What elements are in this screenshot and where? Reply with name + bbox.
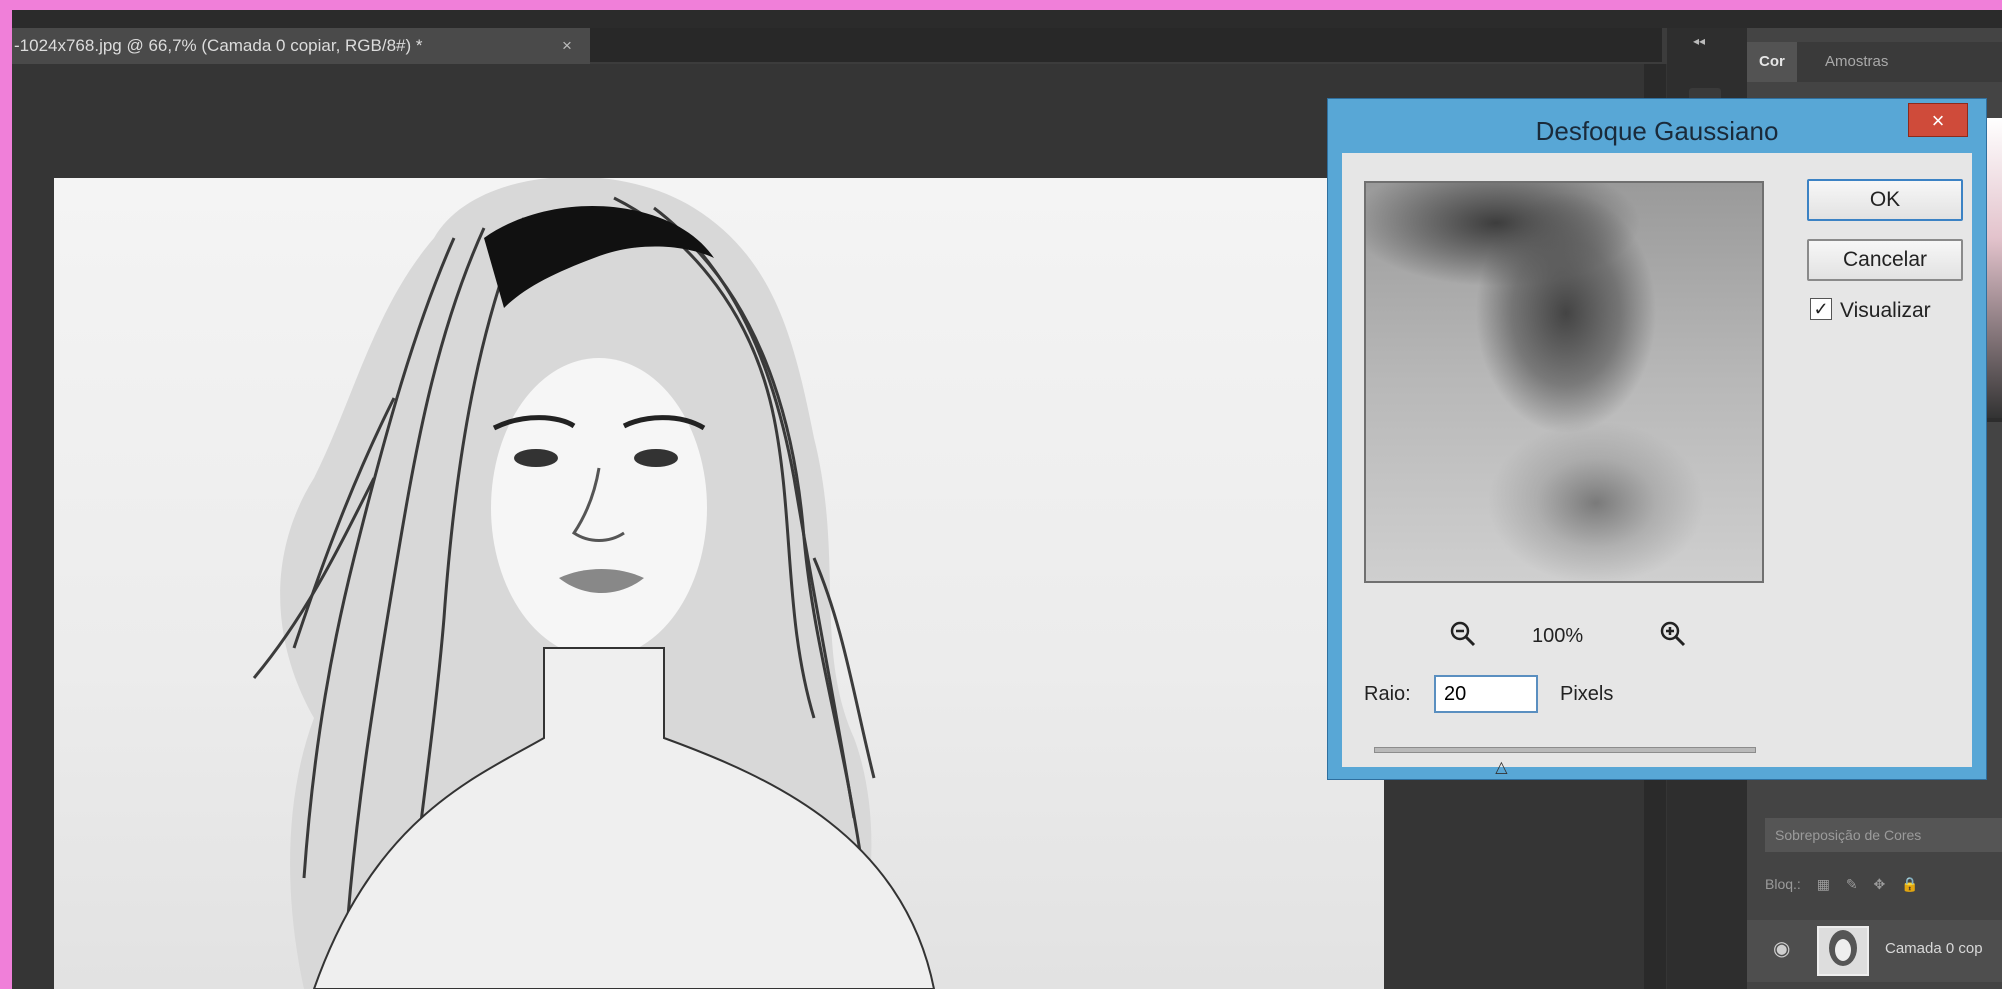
radius-label: Raio: [1364,683,1411,705]
radius-input[interactable] [1434,675,1538,713]
document-tab-title: -1024x768.jpg @ 66,7% (Camada 0 copiar, … [14,36,423,55]
layer-name: Camada 0 cop [1885,940,1983,957]
document-canvas[interactable] [54,178,1384,989]
layer-row[interactable]: ◉ Camada 0 cop [1747,920,2002,982]
lock-row: Bloq.: ▦ ✎ ✥ 🔒 [1765,868,2002,900]
zoom-controls: 100% [1364,621,1764,655]
options-bar [12,10,2002,28]
preview-checkbox-label: Visualizar [1840,299,1931,322]
portrait-artwork [252,178,936,989]
zoom-in-icon[interactable] [1660,621,1686,653]
layer-thumbnail [1817,926,1869,976]
lock-pixels-icon[interactable]: ▦ [1817,876,1830,892]
tab-swatches[interactable]: Amostras [1813,42,1900,82]
dialog-body: OK Cancelar ✓ Visualizar 100% Raio: Pixel… [1342,153,1972,776]
ok-button[interactable]: OK [1807,179,1963,221]
gaussian-blur-dialog: Desfoque Gaussiano × OK Cancelar ✓ Visual… [1327,98,1987,780]
lock-brush-icon[interactable]: ✎ [1846,876,1858,892]
eye-icon[interactable]: ◉ [1773,936,1790,961]
blur-preview[interactable] [1364,181,1764,583]
radius-slider-thumb[interactable]: △ [1495,757,1507,777]
color-panel-tabs: Cor Amostras [1747,42,2002,82]
document-tab[interactable]: -1024x768.jpg @ 66,7% (Camada 0 copiar, … [12,28,590,64]
cancel-button[interactable]: Cancelar [1807,239,1963,281]
radius-unit: Pixels [1560,683,1614,705]
blend-mode-select[interactable]: Sobreposição de Cores [1765,818,2002,852]
lock-all-icon[interactable]: 🔒 [1901,876,1918,892]
close-icon[interactable]: × [1908,103,1968,137]
radius-slider-track[interactable] [1374,747,1756,753]
zoom-level: 100% [1532,625,1584,647]
preview-checkbox[interactable]: ✓ [1810,298,1832,321]
preview-checkbox-row[interactable]: ✓ Visualizar [1810,296,1931,326]
tab-color[interactable]: Cor [1747,42,1797,82]
close-tab-icon[interactable]: × [562,28,572,64]
lock-label: Bloq.: [1765,876,1801,892]
zoom-out-icon[interactable] [1450,621,1476,653]
lock-move-icon[interactable]: ✥ [1873,876,1885,892]
collapse-panels-icon[interactable]: ◂◂ [1693,34,1705,48]
